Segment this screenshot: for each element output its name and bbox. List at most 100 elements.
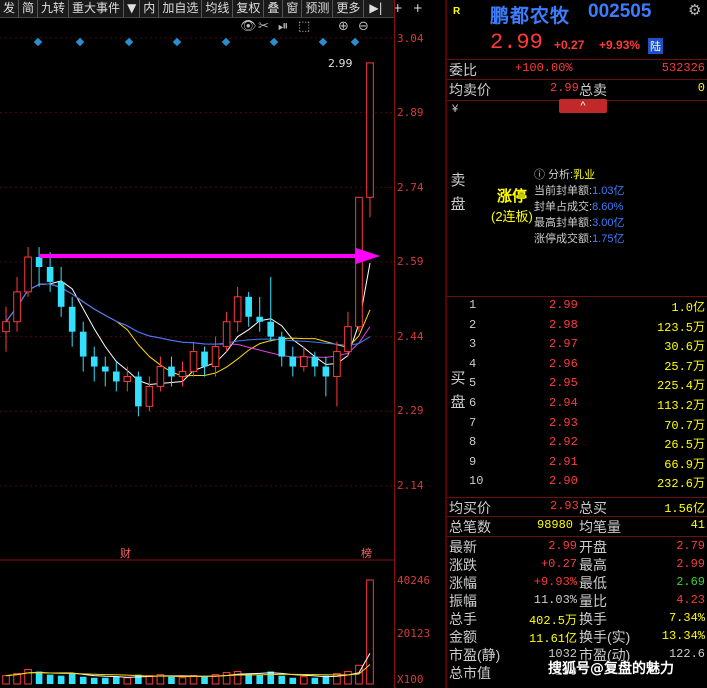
tb-jian[interactable]: 简 [19,0,39,17]
yen-icon: ¥ [452,103,459,115]
stat-value: 2.99 [676,557,705,571]
tb-ma[interactable]: 均线 [202,0,234,17]
volume-bar [112,676,120,684]
price-tick: 2.29 [397,404,424,417]
bid-row[interactable]: 1 2.99 1.0亿 [469,298,705,318]
stat-label: 换手(实) [579,629,631,645]
bid-volume: 225.4万 [656,379,705,394]
bid-price: 2.90 [549,474,578,489]
tb-jiuzhuan[interactable]: 九转 [38,0,70,17]
volume-unit: X100 [397,673,424,686]
stat-value: 13.34% [661,629,705,643]
avg-sell-label: 均卖价 [449,82,491,98]
candle-body [278,336,286,357]
bid-price: 2.95 [549,376,578,391]
avg-trade-label: 均笔量 [579,519,621,535]
tb-plus-icon[interactable]: + [388,0,408,17]
volume-bar [168,676,175,684]
candle-body [189,351,198,373]
collapse-chevron-icon[interactable]: ^ [559,99,607,113]
bid-price: 2.97 [549,337,578,352]
tb-dropdown-icon[interactable]: ▼ [124,0,141,17]
gear-icon[interactable]: ⚙ [688,1,701,19]
tb-window[interactable]: 窗 [283,0,303,17]
bid-level: 6 [469,396,477,410]
bid-level: 3 [469,337,477,352]
bid-row[interactable]: 8 2.92 26.5万 [469,435,705,455]
candle-body [135,376,142,407]
candle-body [46,266,54,282]
bid-price: 2.92 [549,435,578,450]
candle-body [300,356,308,368]
tb-fa[interactable]: 发 [0,0,20,17]
stat-label: 振幅 [449,593,477,609]
candle-body [13,291,21,323]
volume-bar [278,675,286,684]
bid-row[interactable]: 6 2.94 113.2万 [469,396,705,416]
bid-row[interactable]: 9 2.91 66.9万 [469,455,705,475]
stat-label: 开盘 [579,539,607,555]
price-tick: 3.04 [397,32,424,45]
info-seal-ratio: 封单占成交:8.60% [534,201,624,213]
tb-more[interactable]: 更多 [333,0,365,17]
candle-body [35,257,43,267]
weibi-label: 委比 [449,62,477,78]
bid-row[interactable]: 10 2.90 232.6万 [469,474,705,494]
bid-row[interactable]: 5 2.95 225.4万 [469,376,705,396]
cai-marker[interactable]: 财 [120,545,131,561]
total-sell-value: 0 [697,81,705,95]
select-icon[interactable]: ⬚ [298,19,310,34]
limit-up-badge: 涨停 (2连板) [491,187,533,227]
price-change-pct: +9.93% [599,38,641,52]
stat-value: 2.79 [676,539,705,553]
stat-label: 涨跌 [449,557,477,573]
eye-icon[interactable]: 👁 [240,19,257,34]
tb-fuquan[interactable]: 复权 [233,0,265,17]
stat-value: +0.27 [540,557,577,571]
stat-label: 最低 [579,575,607,591]
candle-body [57,281,65,307]
bid-row[interactable]: 7 2.93 70.7万 [469,416,705,436]
total-trades-value: 98980 [537,518,574,532]
event-diamond [172,37,182,47]
bang-marker[interactable]: 榜 [361,545,372,561]
kline-chart[interactable] [0,0,394,688]
zoom-out-icon[interactable]: ⊖ [358,19,369,34]
scissors-icon[interactable]: ✂ [258,19,269,34]
stat-label: 换手 [579,611,607,627]
watermark: 搜狐号@复盘的魅力 [548,661,674,677]
bid-row[interactable]: 3 2.97 30.6万 [469,337,705,357]
buy-side-label: 买盘 [450,370,466,411]
candle-body [333,351,341,377]
weibi-diff: 532326 [661,61,705,75]
volume-bar [233,671,242,685]
total-trades-label: 总笔数 [449,519,491,535]
price-change: +0.27 [554,38,585,52]
tb-forecast[interactable]: 预测 [302,0,334,17]
zoom-in-icon[interactable]: ⊕ [338,19,349,34]
trade-count-row: 总笔数 98980 均笔量 41 [447,516,707,535]
tb-add-watchlist[interactable]: 加自选 [159,0,203,17]
volume-bar [256,674,264,684]
stat-value: 11.61亿 [528,632,577,646]
event-diamond [350,37,360,47]
price-tick: 2.44 [397,330,424,343]
play-icon[interactable]: ⏯ [278,19,288,34]
tb-major-events[interactable]: 重大事件 [69,0,125,17]
tb-overlay[interactable]: 叠 [264,0,284,17]
candle-body [201,351,208,367]
stat-label: 最新 [449,539,477,555]
stock-name: 鹏都农牧 [490,6,571,27]
candle-body [156,366,165,387]
stat-value: 122.6 [668,647,705,661]
bid-row[interactable]: 4 2.96 25.7万 [469,357,705,377]
tb-nei[interactable]: 内 [140,0,160,17]
r-badge: R [453,6,461,17]
candle-body [178,371,187,377]
bid-row[interactable]: 2 2.98 123.5万 [469,318,705,338]
tb-next-icon[interactable]: ▶| [364,0,387,17]
tb-plus2-icon[interactable]: + [408,0,428,17]
candle-body [267,321,275,337]
candle-body [245,296,252,317]
stats-row: 振幅 11.03% 量比 4.23 [447,591,707,609]
